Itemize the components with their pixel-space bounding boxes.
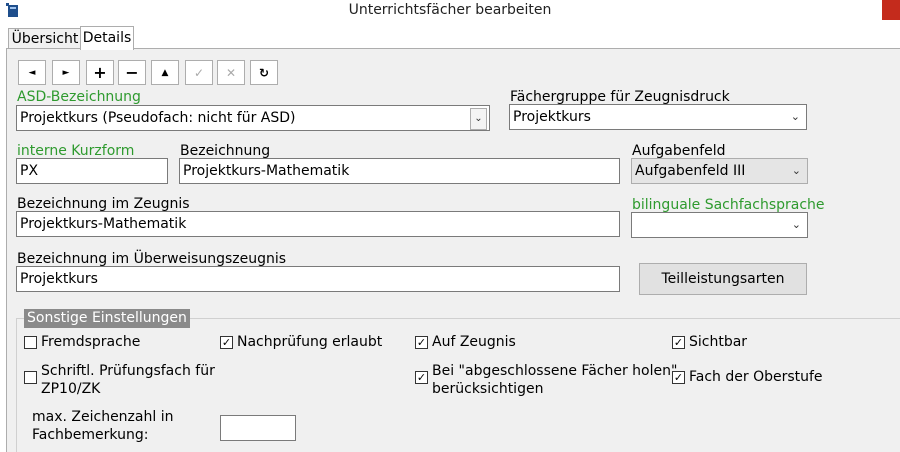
faechergruppe-label: Fächergruppe für Zeugnisdruck (510, 89, 730, 105)
refresh-button[interactable]: ↻ (250, 60, 278, 85)
fremdsprache-label: Fremdsprache (41, 334, 141, 350)
pruefungsfach-label-line1: Schriftl. Prüfungsfach für (41, 363, 215, 379)
triangle-up-icon: ▲ (161, 67, 169, 78)
arrow-left-icon: ◄ (28, 67, 36, 78)
arrow-right-icon: ► (62, 67, 70, 78)
cross-icon: ✕ (225, 65, 237, 80)
checkmark-icon: ✓ (673, 371, 684, 384)
chevron-down-icon: ⌄ (470, 108, 487, 130)
title-bar: Unterrichtsfächer bearbeiten (0, 0, 900, 22)
checkmark-icon: ✓ (193, 65, 205, 80)
faechergruppe-select[interactable]: Projektkurs ⌄ (509, 104, 807, 130)
minus-icon: − (125, 63, 139, 82)
abgeschlossen-checkbox[interactable]: ✓ (415, 371, 428, 384)
asd-select[interactable]: Projektkurs (Pseudofach: nicht für ASD) … (16, 105, 490, 131)
pruefungsfach-label-line2: ZP10/ZK (41, 381, 101, 397)
next-record-button[interactable]: ► (52, 60, 80, 85)
bilingual-label: bilinguale Sachfachsprache (632, 197, 825, 213)
chevron-down-icon: ⌄ (790, 110, 800, 123)
refresh-icon: ↻ (258, 65, 270, 80)
oberstufe-label: Fach der Oberstufe (689, 369, 823, 385)
asd-value: Projektkurs (Pseudofach: nicht für ASD) (20, 110, 296, 126)
sichtbar-checkbox[interactable]: ✓ (672, 336, 685, 349)
bezeichnung-input[interactable]: Projektkurs-Mathematik (179, 158, 620, 184)
fremdsprache-checkbox[interactable] (24, 336, 37, 349)
confirm-button[interactable]: ✓ (185, 60, 213, 85)
max-zeichen-input[interactable] (220, 415, 296, 441)
checkmark-icon: ✓ (221, 336, 232, 349)
cancel-edit-button[interactable]: ✕ (217, 60, 245, 85)
faechergruppe-value: Projektkurs (513, 109, 591, 125)
sichtbar-label: Sichtbar (689, 334, 748, 350)
move-up-button[interactable]: ▲ (151, 60, 179, 85)
add-record-button[interactable]: + (86, 60, 114, 85)
zeugnis-input[interactable]: Projektkurs-Mathematik (16, 211, 620, 237)
checkmark-icon: ✓ (673, 336, 684, 349)
previous-record-button[interactable]: ◄ (18, 60, 46, 85)
nachpruefung-label: Nachprüfung erlaubt (237, 334, 383, 350)
max-zeichen-label-line2: Fachbemerkung: (32, 427, 149, 443)
aufgabenfeld-label: Aufgabenfeld (632, 143, 726, 159)
tab-details[interactable]: Details (80, 26, 134, 50)
window-title: Unterrichtsfächer bearbeiten (348, 2, 552, 18)
abgeschlossen-label-line1: Bei "abgeschlossene Fächer holen" (432, 363, 678, 379)
kurzform-label: interne Kurzform (17, 143, 135, 159)
abgeschlossen-label: Bei "abgeschlossene Fächer holen" berück… (432, 362, 677, 398)
pruefungsfach-label: Schriftl. Prüfungsfach für ZP10/ZK (41, 362, 215, 398)
ueberweisung-label: Bezeichnung im Überweisungszeugnis (17, 251, 287, 267)
oberstufe-checkbox[interactable]: ✓ (672, 371, 685, 384)
nachpruefung-checkbox[interactable]: ✓ (220, 336, 233, 349)
zeugnis-label: Bezeichnung im Zeugnis (17, 196, 190, 212)
group-title: Sonstige Einstellungen (24, 309, 190, 328)
plus-icon: + (93, 63, 107, 82)
auf-zeugnis-checkbox[interactable]: ✓ (415, 336, 428, 349)
chevron-down-icon: ⌄ (791, 164, 801, 177)
checkmark-icon: ✓ (416, 371, 427, 384)
delete-record-button[interactable]: − (118, 60, 146, 85)
aufgabenfeld-select[interactable]: Aufgabenfeld III ⌄ (631, 158, 808, 184)
max-zeichen-label: max. Zeichenzahl in Fachbemerkung: (32, 408, 173, 444)
tab-overview[interactable]: Übersicht (8, 28, 82, 49)
bezeichnung-label: Bezeichnung (180, 143, 271, 159)
abgeschlossen-label-line2: berücksichtigen (432, 381, 544, 397)
kurzform-input[interactable]: PX (16, 158, 168, 184)
pruefungsfach-checkbox[interactable] (24, 371, 37, 384)
bilingual-select[interactable]: ⌄ (631, 212, 808, 238)
asd-label: ASD-Bezeichnung (17, 89, 141, 105)
checkmark-icon: ✓ (416, 336, 427, 349)
close-window-button[interactable] (882, 0, 900, 20)
teilleistungsarten-button[interactable]: Teilleistungsarten (639, 263, 807, 295)
ueberweisung-input[interactable]: Projektkurs (16, 266, 620, 292)
auf-zeugnis-label: Auf Zeugnis (432, 334, 516, 350)
chevron-down-icon: ⌄ (791, 218, 801, 231)
max-zeichen-label-line1: max. Zeichenzahl in (32, 409, 174, 425)
aufgabenfeld-value: Aufgabenfeld III (635, 163, 746, 179)
